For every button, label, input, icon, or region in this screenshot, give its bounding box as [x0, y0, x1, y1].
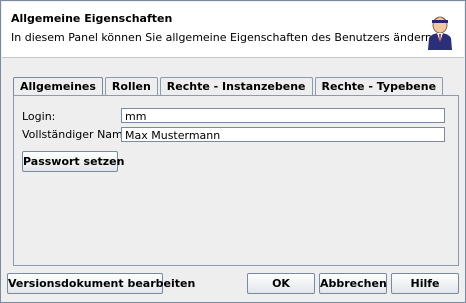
help-button[interactable]: Hilfe — [391, 273, 459, 294]
tab-rechte-typebene[interactable]: Rechte - Typebene — [314, 77, 444, 95]
tab-bar: Allgemeines Rollen Rechte - Instanzebene… — [13, 77, 445, 96]
dialog-window: Allgemeine Eigenschaften In diesem Panel… — [0, 0, 466, 303]
login-input[interactable]: mm — [121, 108, 445, 123]
header-subtitle: In diesem Panel können Sie allgemeine Ei… — [11, 31, 436, 44]
set-password-button[interactable]: Passwort setzen — [22, 151, 124, 172]
cancel-button[interactable]: Abbrechen — [319, 273, 387, 294]
fullname-label: Vollständiger Name: — [22, 128, 134, 141]
tab-rechte-instanzebene[interactable]: Rechte - Instanzebene — [159, 77, 313, 95]
ok-button[interactable]: OK — [247, 273, 315, 294]
header-title: Allgemeine Eigenschaften — [11, 12, 173, 25]
edit-version-document-button[interactable]: Versionsdokument bearbeiten — [7, 273, 195, 294]
dialog-header: Allgemeine Eigenschaften In diesem Panel… — [2, 2, 464, 58]
user-icon — [428, 16, 452, 50]
tab-allgemeines[interactable]: Allgemeines — [13, 77, 103, 96]
tab-panel: Login: mm Vollständiger Name: Max Muster… — [13, 95, 459, 266]
fullname-input[interactable]: Max Mustermann — [121, 127, 445, 142]
login-label: Login: — [22, 110, 56, 123]
tab-rollen[interactable]: Rollen — [104, 77, 158, 95]
